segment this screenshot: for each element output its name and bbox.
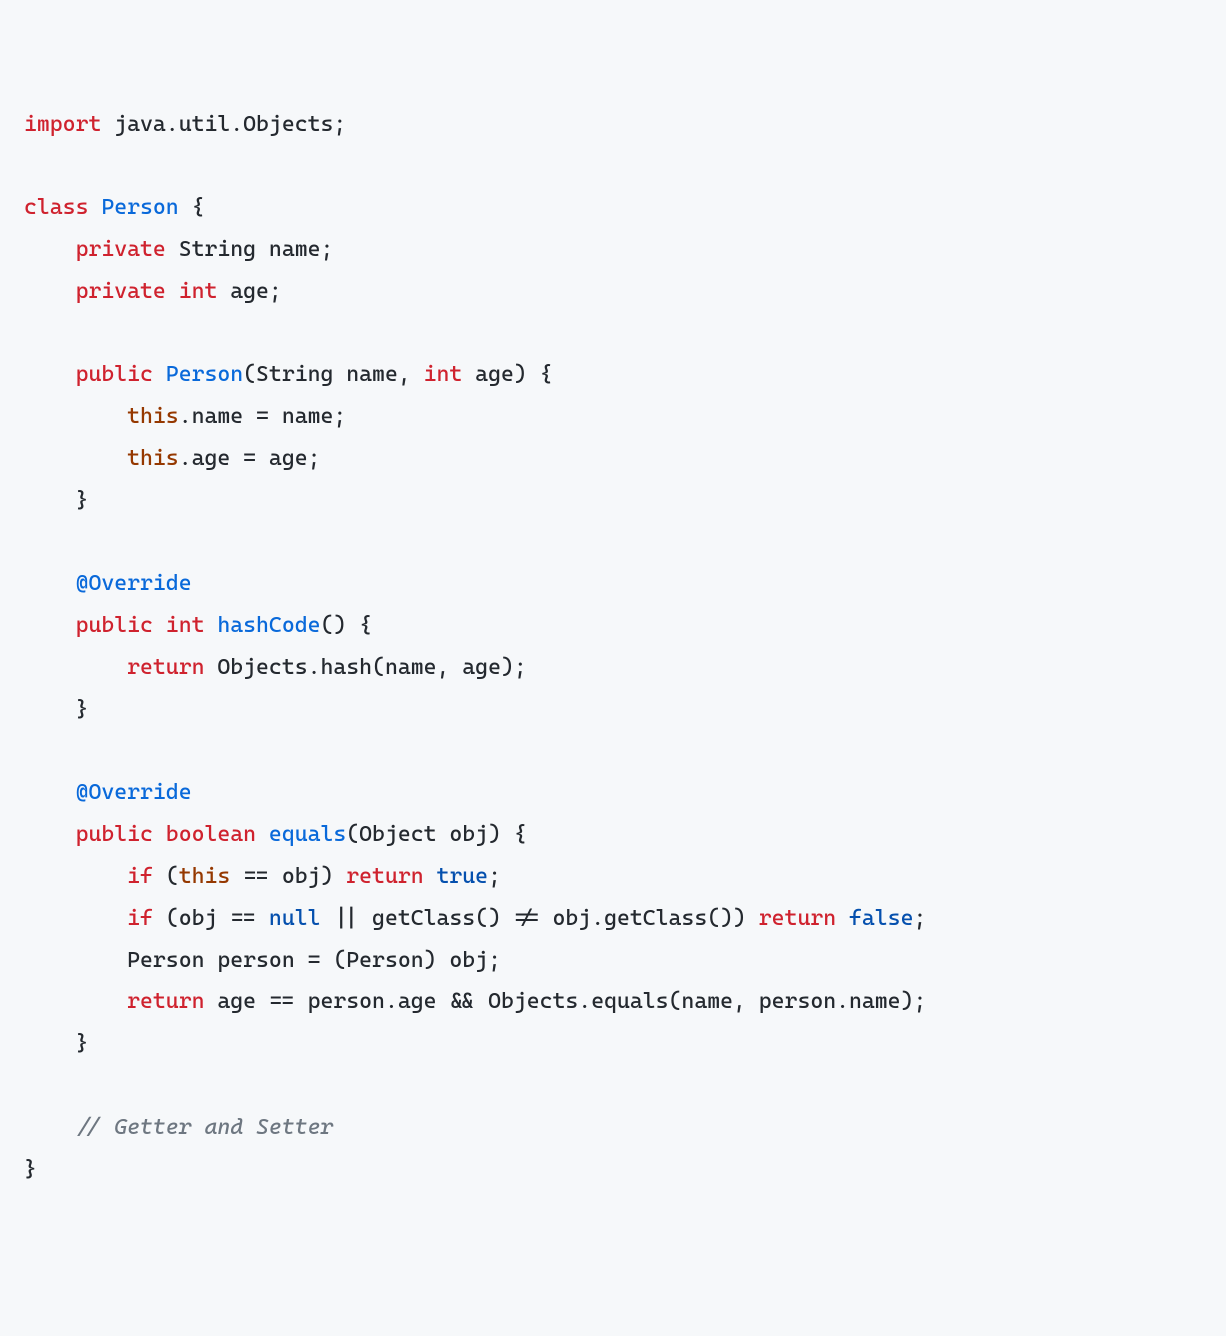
code-line: @Override xyxy=(24,571,192,596)
code-line: } xyxy=(24,1157,37,1182)
code-line: } xyxy=(24,488,88,513)
code-line: public boolean equals(Object obj) { xyxy=(24,822,527,847)
code-line: class Person { xyxy=(24,195,204,220)
code-line: return age == person.age && Objects.equa… xyxy=(24,989,926,1014)
code-line: if (obj == null || getClass() != obj.get… xyxy=(24,906,926,931)
code-line: this.age = age; xyxy=(24,446,320,471)
code-line: import java.util.Objects; xyxy=(24,112,346,137)
code-line: return Objects.hash(name, age); xyxy=(24,655,527,680)
code-line: public Person(String name, int age) { xyxy=(24,362,553,387)
code-line: // Getter and Setter xyxy=(24,1115,333,1140)
code-line: @Override xyxy=(24,780,192,805)
code-line: this.name = name; xyxy=(24,404,346,429)
code-line: if (this == obj) return true; xyxy=(24,864,501,889)
code-line: } xyxy=(24,697,88,722)
code-line: Person person = (Person) obj; xyxy=(24,948,501,973)
code-block: import java.util.Objects; class Person {… xyxy=(24,104,1202,1191)
code-line: public int hashCode() { xyxy=(24,613,372,638)
code-line: private String name; xyxy=(24,237,333,262)
code-line: private int age; xyxy=(24,279,282,304)
code-line: } xyxy=(24,1031,88,1056)
